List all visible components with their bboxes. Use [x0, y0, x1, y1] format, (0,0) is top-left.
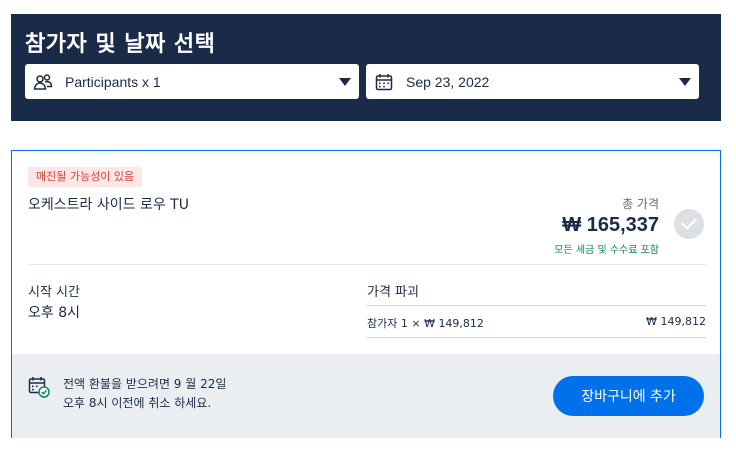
participants-dropdown[interactable]: Participants x 1 — [25, 64, 359, 99]
cancellation-line-2: 오후 8시 이전에 취소 하세요. — [63, 396, 212, 410]
divider — [28, 264, 706, 265]
free-cancellation-note: 전액 환불을 받으려면 9 월 22일 오후 8시 이전에 취소 하세요. — [63, 375, 323, 413]
date-dropdown[interactable]: Sep 23, 2022 — [366, 64, 699, 99]
people-icon — [33, 72, 53, 92]
calendar-check-icon — [28, 376, 50, 398]
likely-to-sell-out-badge: 매진될 가능성이 있음 — [28, 167, 143, 187]
total-price: ₩ 165,337 — [562, 214, 659, 236]
calendar-icon — [374, 72, 394, 92]
add-to-cart-button[interactable]: 장바구니에 추가 — [553, 376, 704, 416]
card-footer: 전액 환불을 받으려면 9 월 22일 오후 8시 이전에 취소 하세요. 장바… — [12, 354, 720, 438]
divider — [367, 337, 706, 338]
divider — [367, 305, 706, 306]
chevron-down-icon — [679, 77, 691, 86]
breakdown-item: 참가자 1 × ₩ 149,812 — [367, 317, 484, 330]
page-title: 참가자 및 날짜 선택 — [25, 32, 216, 57]
option-card[interactable]: 매진될 가능성이 있음 오케스트라 사이드 로우 TU 총 가격 ₩ 165,3… — [11, 150, 721, 438]
total-price-label: 총 가격 — [622, 197, 659, 211]
start-time-label: 시작 시간 — [28, 285, 80, 300]
breakdown-amount: ₩ 149,812 — [646, 315, 706, 328]
chevron-down-icon — [339, 77, 351, 86]
check-icon — [681, 215, 697, 234]
date-value: Sep 23, 2022 — [406, 73, 490, 90]
price-breakdown-label: 가격 파괴 — [367, 285, 419, 300]
start-time-value: 오후 8시 — [28, 305, 80, 321]
price-breakdown-row: 참가자 1 × ₩ 149,812 ₩ 149,812 — [367, 315, 706, 331]
select-option-button[interactable] — [674, 209, 704, 239]
booking-header: 참가자 및 날짜 선택 Participants x 1 Sep 23, 202… — [11, 14, 721, 121]
cancellation-line-1: 전액 환불을 받으려면 9 월 22일 — [63, 377, 227, 391]
participants-value: Participants x 1 — [65, 73, 161, 90]
taxes-included-note: 모든 세금 및 수수료 포함 — [554, 245, 659, 256]
option-title: 오케스트라 사이드 로우 TU — [28, 197, 189, 213]
